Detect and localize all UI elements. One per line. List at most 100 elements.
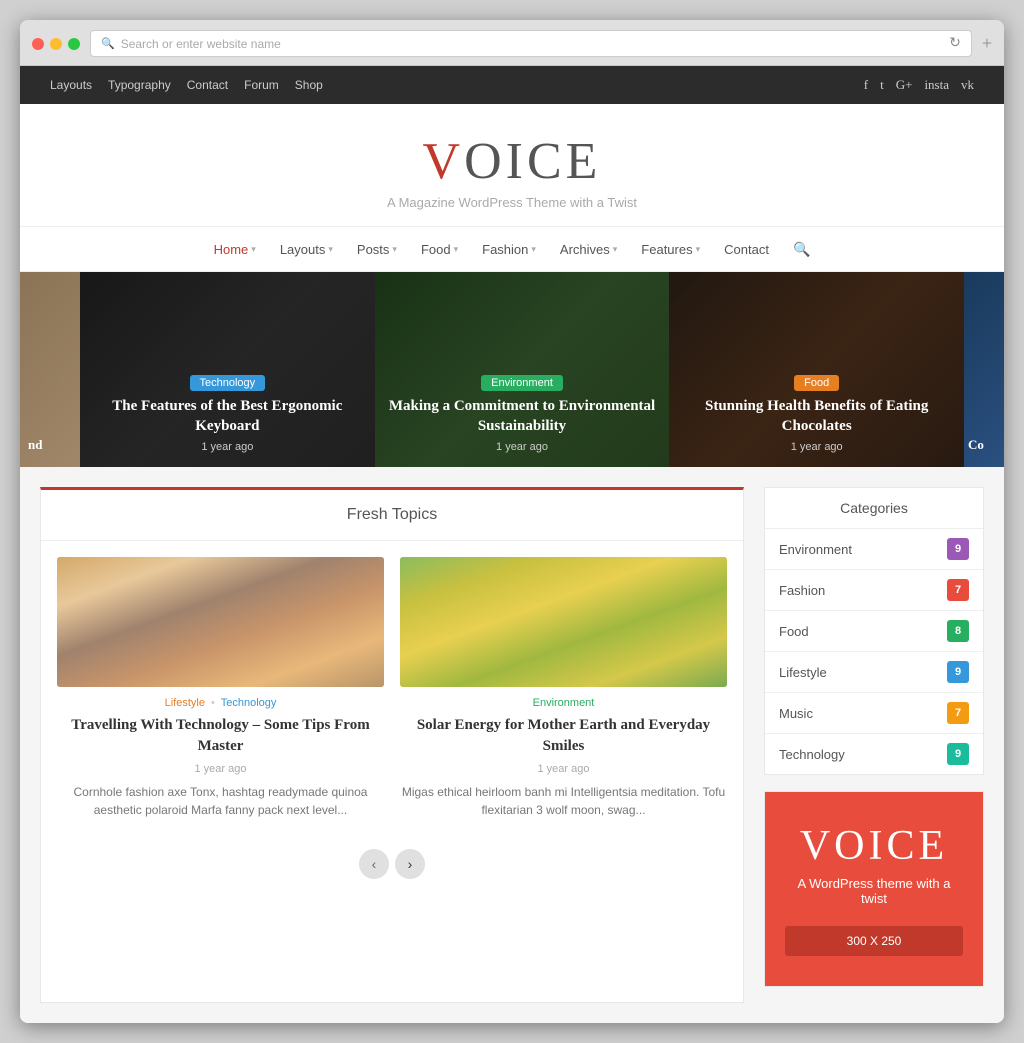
fresh-topics-header: Fresh Topics	[41, 490, 743, 541]
category-name-food: Food	[779, 624, 809, 639]
new-tab-button[interactable]: +	[982, 33, 992, 54]
nav-archives-label: Archives	[560, 242, 610, 257]
hero-slide-3[interactable]: Food Stunning Health Benefits of Eating …	[669, 272, 964, 467]
main-content: Fresh Topics Lifestyle • Technology Trav…	[20, 467, 1004, 1023]
category-count-food: 8	[947, 620, 969, 642]
dot-green[interactable]	[68, 38, 80, 50]
edge-left-text: nd	[28, 437, 42, 453]
slide-1-badge: Technology	[190, 375, 266, 391]
category-item-environment[interactable]: Environment 9	[765, 529, 983, 570]
category-name-music: Music	[779, 706, 813, 721]
prev-page-button[interactable]: ‹	[359, 849, 389, 879]
social-links: f t G+ insta vk	[864, 77, 974, 93]
hero-edge-left: nd	[20, 272, 80, 467]
nav-fashion-label: Fashion	[482, 242, 528, 257]
logo-rest: OICE	[464, 133, 601, 190]
ad-widget[interactable]: VOICE A WordPress theme with a twist 300…	[764, 791, 984, 987]
top-nav: Layouts Typography Contact Forum Shop f …	[20, 66, 1004, 104]
slide-2-badge: Environment	[481, 375, 563, 391]
logo-v: V	[423, 133, 465, 190]
browser-window: 🔍 Search or enter website name ↻ + Layou…	[20, 20, 1004, 1023]
nav-contact[interactable]: Contact	[714, 238, 779, 261]
chevron-down-icon: ▾	[696, 244, 701, 255]
instagram-icon[interactable]: insta	[924, 77, 949, 93]
site-tagline: A Magazine WordPress Theme with a Twist	[40, 195, 984, 210]
chevron-down-icon: ▾	[613, 244, 618, 255]
googleplus-icon[interactable]: G+	[896, 77, 913, 93]
address-bar[interactable]: 🔍 Search or enter website name ↻	[90, 30, 972, 57]
category-item-technology[interactable]: Technology 9	[765, 734, 983, 774]
search-icon: 🔍	[101, 37, 115, 50]
nav-forum[interactable]: Forum	[244, 78, 279, 92]
slide-2-date: 1 year ago	[389, 441, 656, 453]
nav-shop[interactable]: Shop	[295, 78, 323, 92]
ad-size-badge: 300 X 250	[785, 926, 963, 956]
ad-logo-rest: OICE	[834, 823, 948, 869]
nav-home-label: Home	[214, 242, 249, 257]
nav-layouts[interactable]: Layouts ▾	[270, 238, 343, 261]
nav-contact[interactable]: Contact	[187, 78, 228, 92]
category-item-music[interactable]: Music 7	[765, 693, 983, 734]
facebook-icon[interactable]: f	[864, 77, 868, 93]
slide-1-content: Technology The Features of the Best Ergo…	[94, 373, 361, 453]
nav-features[interactable]: Features ▾	[631, 238, 710, 261]
nav-food[interactable]: Food ▾	[411, 238, 468, 261]
article-1-title: Travelling With Technology – Some Tips F…	[57, 715, 384, 757]
nav-home[interactable]: Home ▾	[204, 238, 266, 261]
dot-red[interactable]	[32, 38, 44, 50]
category-name-technology: Technology	[779, 747, 845, 762]
article-1-date: 1 year ago	[57, 763, 384, 775]
article-1-thumb	[57, 557, 384, 687]
category-item-food[interactable]: Food 8	[765, 611, 983, 652]
slide-1-date: 1 year ago	[94, 441, 361, 453]
category-count-technology: 9	[947, 743, 969, 765]
slide-3-title: Stunning Health Benefits of Eating Choco…	[683, 397, 950, 436]
category-item-lifestyle[interactable]: Lifestyle 9	[765, 652, 983, 693]
slide-1-title: The Features of the Best Ergonomic Keybo…	[94, 397, 361, 436]
search-button[interactable]: 🔍	[783, 237, 820, 262]
address-text: Search or enter website name	[121, 37, 281, 51]
nav-contact-label: Contact	[724, 242, 769, 257]
chevron-down-icon: ▾	[328, 244, 333, 255]
dot-yellow[interactable]	[50, 38, 62, 50]
category-count-fashion: 7	[947, 579, 969, 601]
vk-icon[interactable]: vk	[961, 77, 974, 93]
category-list: Environment 9 Fashion 7 Food 8 Lifesty	[765, 529, 983, 774]
article-card-1[interactable]: Lifestyle • Technology Travelling With T…	[57, 557, 384, 819]
hero-slide-2[interactable]: Environment Making a Commitment to Envir…	[375, 272, 670, 467]
category-item-fashion[interactable]: Fashion 7	[765, 570, 983, 611]
nav-posts[interactable]: Posts ▾	[347, 238, 407, 261]
ad-logo: VOICE	[785, 822, 963, 870]
slide-3-date: 1 year ago	[683, 441, 950, 453]
article-1-excerpt: Cornhole fashion axe Tonx, hashtag ready…	[57, 783, 384, 819]
top-nav-links: Layouts Typography Contact Forum Shop	[50, 78, 323, 92]
fresh-topics-section: Fresh Topics Lifestyle • Technology Trav…	[40, 487, 744, 1003]
nav-fashion[interactable]: Fashion ▾	[472, 238, 546, 261]
nav-archives[interactable]: Archives ▾	[550, 238, 627, 261]
cat-environment[interactable]: Environment	[533, 697, 595, 709]
hero-slide-1[interactable]: Technology The Features of the Best Ergo…	[80, 272, 375, 467]
categories-widget: Categories Environment 9 Fashion 7 Food	[764, 487, 984, 775]
cat-lifestyle[interactable]: Lifestyle	[165, 697, 205, 709]
category-count-environment: 9	[947, 538, 969, 560]
category-name-environment: Environment	[779, 542, 852, 557]
article-1-categories: Lifestyle • Technology	[57, 697, 384, 709]
article-card-2[interactable]: Environment Solar Energy for Mother Eart…	[400, 557, 727, 819]
next-page-button[interactable]: ›	[395, 849, 425, 879]
nav-layouts[interactable]: Layouts	[50, 78, 92, 92]
slide-3-content: Food Stunning Health Benefits of Eating …	[683, 373, 950, 453]
category-name-lifestyle: Lifestyle	[779, 665, 827, 680]
nav-posts-label: Posts	[357, 242, 390, 257]
nav-features-label: Features	[641, 242, 692, 257]
nav-typography[interactable]: Typography	[108, 78, 171, 92]
slide-2-title: Making a Commitment to Environmental Sus…	[389, 397, 656, 436]
browser-dots	[32, 38, 80, 50]
twitter-icon[interactable]: t	[880, 77, 884, 93]
chevron-down-icon: ▾	[392, 244, 397, 255]
ad-tagline: A WordPress theme with a twist	[785, 876, 963, 906]
sidebar: Categories Environment 9 Fashion 7 Food	[764, 487, 984, 1003]
refresh-icon[interactable]: ↻	[949, 35, 961, 52]
nav-layouts-label: Layouts	[280, 242, 326, 257]
article-2-excerpt: Migas ethical heirloom banh mi Intellige…	[400, 783, 727, 819]
cat-technology[interactable]: Technology	[221, 697, 277, 709]
